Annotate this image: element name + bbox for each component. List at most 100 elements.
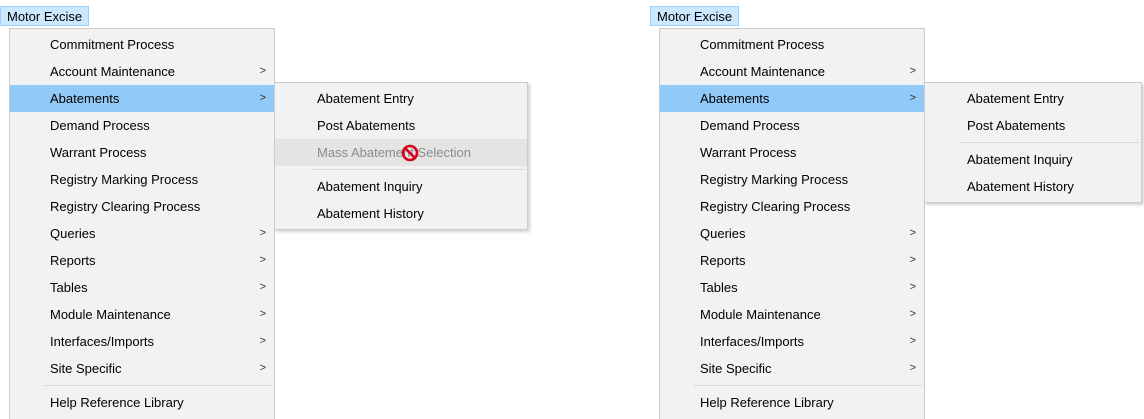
menu-item-warrant-process[interactable]: Warrant Process — [10, 139, 274, 166]
left-panel: Motor Excise Commitment Process Account … — [0, 0, 560, 419]
menu-item-label: Account Maintenance — [700, 64, 826, 79]
menu-item-registry-marking-process[interactable]: Registry Marking Process — [10, 166, 274, 193]
submenu-item-label: Abatement Entry — [317, 91, 414, 106]
menu-item-help-reference-library[interactable]: Help Reference Library — [10, 389, 274, 416]
submenu-item-label: Post Abatements — [317, 118, 416, 133]
submenu-item-label: Post Abatements — [967, 118, 1066, 133]
not-allowed-cursor-icon — [401, 144, 419, 162]
menu-item-tables[interactable]: Tables > — [10, 274, 274, 301]
menu-item-label: Tables — [700, 280, 738, 295]
motor-excise-dropdown: Commitment Process Account Maintenance > … — [659, 28, 925, 419]
submenu-item-label: Abatement History — [967, 179, 1074, 194]
submenu-item-abatement-history[interactable]: Abatement History — [925, 173, 1141, 200]
menu-item-label: Abatements — [50, 91, 120, 106]
chevron-right-icon: > — [909, 281, 916, 293]
menu-separator — [44, 385, 272, 386]
menu-item-account-maintenance[interactable]: Account Maintenance > — [660, 58, 924, 85]
chevron-right-icon: > — [909, 92, 916, 104]
abatements-submenu: Abatement Entry Post Abatements Abatemen… — [924, 82, 1142, 203]
menu-item-tables[interactable]: Tables > — [660, 274, 924, 301]
menu-item-label: Warrant Process — [700, 145, 797, 160]
menu-item-label: Registry Clearing Process — [700, 199, 851, 214]
submenu-separator — [311, 169, 525, 170]
menu-item-label: Demand Process — [700, 118, 800, 133]
submenu-item-abatement-entry[interactable]: Abatement Entry — [275, 85, 527, 112]
menu-item-label: Help Reference Library — [50, 395, 184, 410]
chevron-right-icon: > — [259, 92, 266, 104]
submenu-item-abatement-entry[interactable]: Abatement Entry — [925, 85, 1141, 112]
submenu-item-label: Abatement Entry — [967, 91, 1064, 106]
submenu-item-post-abatements[interactable]: Post Abatements — [275, 112, 527, 139]
submenu-item-abatement-history[interactable]: Abatement History — [275, 200, 527, 227]
abatements-submenu: Abatement Entry Post Abatements Mass Aba… — [274, 82, 528, 230]
chevron-right-icon: > — [259, 281, 266, 293]
menu-item-abatements[interactable]: Abatements > — [660, 85, 924, 112]
menu-item-registry-clearing-process[interactable]: Registry Clearing Process — [660, 193, 924, 220]
menu-item-registry-clearing-process[interactable]: Registry Clearing Process — [10, 193, 274, 220]
menu-item-label: Interfaces/Imports — [50, 334, 155, 349]
right-panel: Motor Excise Commitment Process Account … — [650, 0, 1144, 419]
menu-item-label: Commitment Process — [700, 37, 825, 52]
motor-excise-dropdown: Commitment Process Account Maintenance > … — [9, 28, 275, 419]
menu-item-label: Queries — [50, 226, 96, 241]
submenu-item-abatement-inquiry[interactable]: Abatement Inquiry — [275, 173, 527, 200]
chevron-right-icon: > — [909, 254, 916, 266]
menu-item-commitment-process[interactable]: Commitment Process — [660, 31, 924, 58]
menu-item-queries[interactable]: Queries > — [10, 220, 274, 247]
menu-item-module-maintenance[interactable]: Module Maintenance > — [10, 301, 274, 328]
menu-item-label: Site Specific — [50, 361, 122, 376]
menu-item-label: Module Maintenance — [50, 307, 171, 322]
submenu-item-label: Abatement History — [317, 206, 424, 221]
chevron-right-icon: > — [259, 335, 266, 347]
menu-item-label: Abatements — [700, 91, 770, 106]
menu-item-registry-marking-process[interactable]: Registry Marking Process — [660, 166, 924, 193]
menu-item-label: Module Maintenance — [700, 307, 821, 322]
menu-item-module-maintenance[interactable]: Module Maintenance > — [660, 301, 924, 328]
menu-item-label: Tables — [50, 280, 88, 295]
chevron-right-icon: > — [259, 362, 266, 374]
menu-item-account-maintenance[interactable]: Account Maintenance > — [10, 58, 274, 85]
submenu-item-post-abatements[interactable]: Post Abatements — [925, 112, 1141, 139]
menu-item-label: Demand Process — [50, 118, 150, 133]
menu-separator — [694, 385, 922, 386]
chevron-right-icon: > — [259, 254, 266, 266]
chevron-right-icon: > — [909, 65, 916, 77]
menubar-motor-excise[interactable]: Motor Excise — [650, 6, 740, 26]
menu-item-label: Queries — [700, 226, 746, 241]
submenu-item-label: Abatement Inquiry — [967, 152, 1073, 167]
menu-item-label: Registry Marking Process — [50, 172, 199, 187]
menu-item-site-specific[interactable]: Site Specific > — [660, 355, 924, 382]
chevron-right-icon: > — [909, 308, 916, 320]
menu-item-label: Warrant Process — [50, 145, 147, 160]
chevron-right-icon: > — [259, 65, 266, 77]
menu-item-label: Site Specific — [700, 361, 772, 376]
menu-item-label: Account Maintenance — [50, 64, 176, 79]
menu-item-label: Reports — [700, 253, 746, 268]
submenu-item-label: Mass Abatement Selection — [317, 145, 471, 160]
menu-item-commitment-process[interactable]: Commitment Process — [10, 31, 274, 58]
menu-item-label: Help Reference Library — [700, 395, 834, 410]
menu-item-reports[interactable]: Reports > — [660, 247, 924, 274]
submenu-item-mass-abatement-selection[interactable]: Mass Abatement Selection — [275, 139, 527, 166]
chevron-right-icon: > — [909, 335, 916, 347]
menu-item-abatements[interactable]: Abatements > — [10, 85, 274, 112]
menu-item-label: Commitment Process — [50, 37, 175, 52]
menu-item-interfaces-imports[interactable]: Interfaces/Imports > — [10, 328, 274, 355]
menu-item-help-reference-library[interactable]: Help Reference Library — [660, 389, 924, 416]
menu-item-interfaces-imports[interactable]: Interfaces/Imports > — [660, 328, 924, 355]
chevron-right-icon: > — [259, 227, 266, 239]
menu-item-reports[interactable]: Reports > — [10, 247, 274, 274]
menu-item-demand-process[interactable]: Demand Process — [10, 112, 274, 139]
chevron-right-icon: > — [909, 362, 916, 374]
submenu-item-label: Abatement Inquiry — [317, 179, 423, 194]
chevron-right-icon: > — [909, 227, 916, 239]
menu-item-label: Registry Clearing Process — [50, 199, 201, 214]
menu-item-queries[interactable]: Queries > — [660, 220, 924, 247]
chevron-right-icon: > — [259, 308, 266, 320]
submenu-separator — [961, 142, 1139, 143]
menu-item-site-specific[interactable]: Site Specific > — [10, 355, 274, 382]
menu-item-demand-process[interactable]: Demand Process — [660, 112, 924, 139]
menu-item-warrant-process[interactable]: Warrant Process — [660, 139, 924, 166]
submenu-item-abatement-inquiry[interactable]: Abatement Inquiry — [925, 146, 1141, 173]
menubar-motor-excise[interactable]: Motor Excise — [0, 6, 90, 26]
